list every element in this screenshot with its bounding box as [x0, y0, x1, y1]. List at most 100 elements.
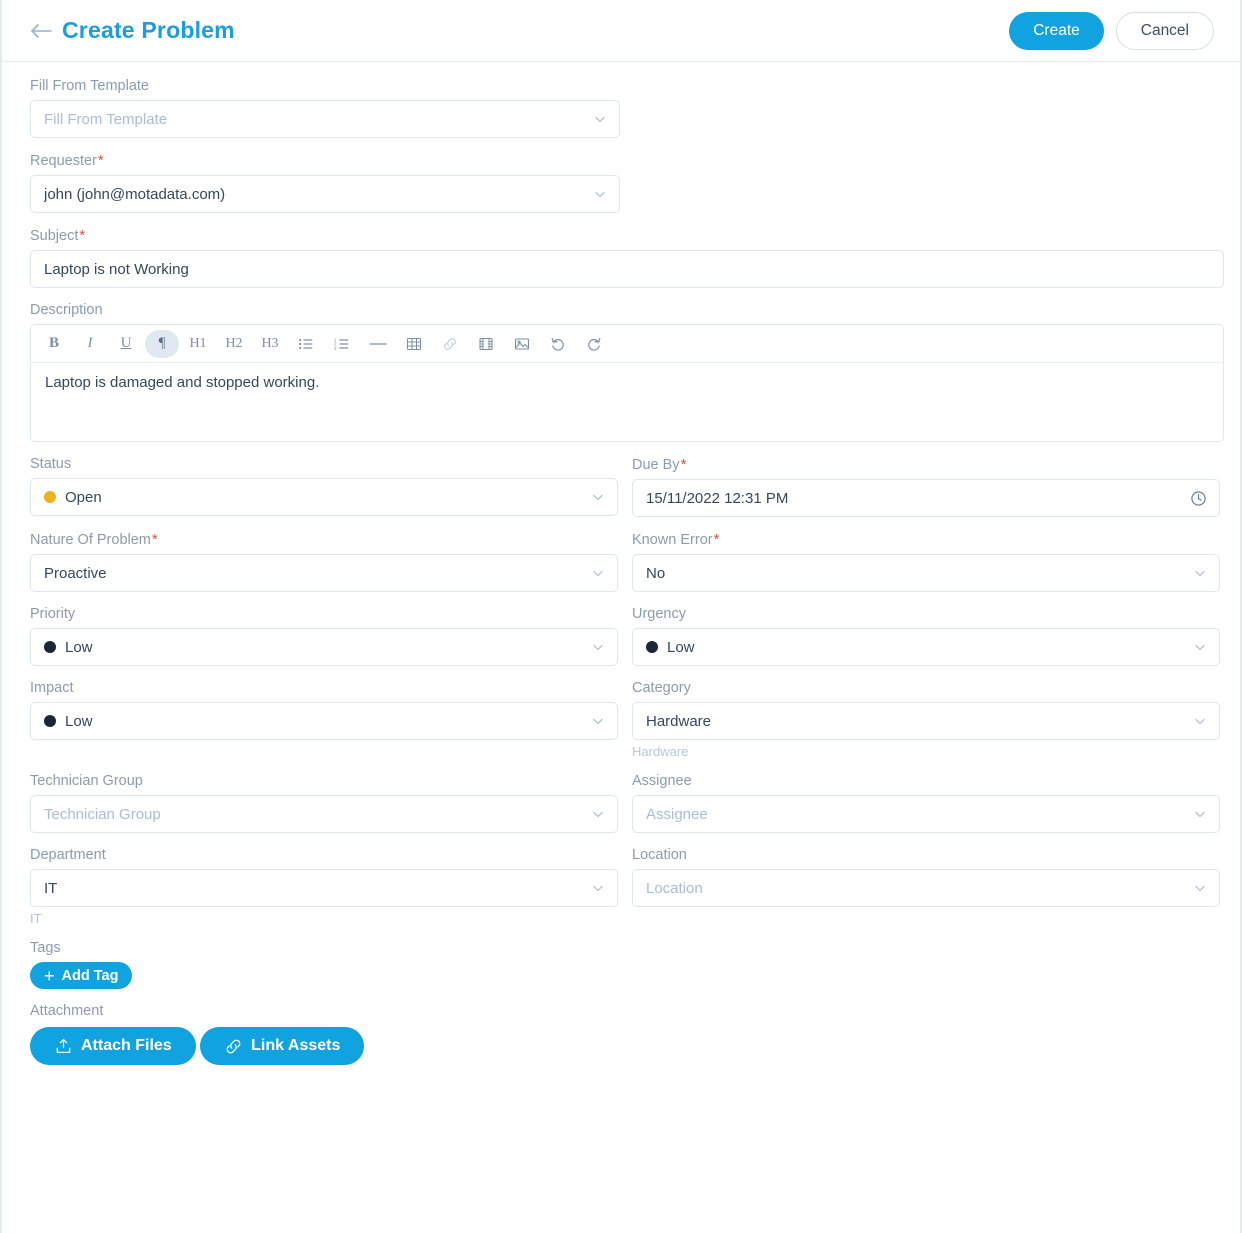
department-label: Department [30, 847, 106, 863]
bullet-list-icon[interactable] [289, 330, 323, 358]
status-dot-icon [44, 491, 56, 503]
due-by-label: Due By* [632, 456, 687, 473]
fill-from-template-value: Fill From Template [44, 110, 168, 128]
chevron-down-icon [591, 490, 605, 504]
editor-toolbar: B I U ¶ H1 H2 H3 123 [31, 325, 1223, 363]
link-icon[interactable] [433, 330, 467, 358]
chevron-down-icon [591, 640, 605, 654]
location-value: Location [646, 879, 703, 897]
category-label: Category [632, 680, 691, 696]
add-tag-label: Add Tag [61, 967, 119, 984]
field-status: Status Open [30, 456, 618, 517]
table-icon[interactable] [397, 330, 431, 358]
nature-of-problem-select[interactable]: Proactive [30, 554, 618, 592]
impact-dot-icon [44, 715, 56, 727]
description-editor: B I U ¶ H1 H2 H3 123 Laptop is damaged a… [30, 324, 1224, 442]
field-attachment: Attachment Attach Files Link Assets [30, 1003, 1220, 1081]
impact-select[interactable]: Low [30, 702, 618, 740]
create-button[interactable]: Create [1009, 11, 1104, 50]
fill-from-template-select[interactable]: Fill From Template [30, 100, 620, 138]
chevron-down-icon [593, 187, 607, 201]
image-icon[interactable] [505, 330, 539, 358]
technician-group-value: Technician Group [44, 805, 161, 823]
cancel-button[interactable]: Cancel [1115, 11, 1214, 50]
heading-1-icon[interactable]: H1 [181, 330, 215, 358]
priority-select[interactable]: Low [30, 628, 618, 666]
heading-3-icon[interactable]: H3 [253, 330, 287, 358]
plus-icon: + [44, 965, 55, 986]
description-label: Description [30, 302, 103, 318]
redo-icon[interactable] [577, 330, 611, 358]
underline-icon[interactable]: U [109, 330, 143, 358]
form-body: Fill From Template Fill From Template Re… [2, 62, 1240, 1081]
due-by-input[interactable]: 15/11/2022 12:31 PM [632, 479, 1220, 517]
row-department-location: Department IT IT Location Location [30, 847, 1220, 940]
chevron-down-icon [1193, 807, 1207, 821]
row-impact-category: Impact Low Category Hardware Hardware [30, 680, 1220, 773]
chevron-down-icon [591, 807, 605, 821]
subject-label: Subject* [30, 227, 86, 244]
field-due-by: Due By* 15/11/2022 12:31 PM [632, 456, 1220, 517]
field-location: Location Location [632, 847, 1220, 926]
technician-group-select[interactable]: Technician Group [30, 795, 618, 833]
field-impact: Impact Low [30, 680, 618, 759]
field-assignee: Assignee Assignee [632, 773, 1220, 833]
page-title: Create Problem [62, 17, 235, 43]
svg-text:3: 3 [334, 345, 337, 350]
location-select[interactable]: Location [632, 869, 1220, 907]
attach-files-button[interactable]: Attach Files [30, 1027, 196, 1065]
department-value: IT [44, 879, 58, 897]
link-assets-label: Link Assets [251, 1037, 341, 1054]
subject-input[interactable]: Laptop is not Working [30, 250, 1224, 288]
urgency-label: Urgency [632, 606, 686, 622]
required-marker: * [713, 531, 720, 548]
heading-2-icon[interactable]: H2 [217, 330, 251, 358]
status-value: Open [65, 488, 102, 506]
chevron-down-icon [1193, 640, 1207, 654]
status-select[interactable]: Open [30, 478, 618, 516]
row-nature-knownerror: Nature Of Problem* Proactive Known Error… [30, 531, 1220, 606]
location-label: Location [632, 847, 687, 863]
link-assets-button[interactable]: Link Assets [200, 1027, 365, 1065]
horizontal-rule-icon[interactable] [361, 330, 395, 358]
chevron-down-icon [1193, 881, 1207, 895]
upload-icon [54, 1037, 73, 1056]
category-select[interactable]: Hardware [632, 702, 1220, 740]
chevron-down-icon [1193, 566, 1207, 580]
arrow-left-icon[interactable] [28, 18, 54, 44]
field-description: Description B I U ¶ H1 H2 H3 123 Laptop … [30, 302, 1224, 442]
field-known-error: Known Error* No [632, 531, 1220, 592]
urgency-value: Low [667, 638, 695, 656]
impact-label: Impact [30, 680, 74, 696]
department-select[interactable]: IT [30, 869, 618, 907]
known-error-label: Known Error* [632, 531, 720, 548]
requester-value: john (john@motadata.com) [44, 185, 226, 203]
italic-icon[interactable]: I [73, 330, 107, 358]
required-marker: * [680, 456, 687, 473]
field-priority: Priority Low [30, 606, 618, 666]
required-marker: * [97, 152, 104, 169]
field-urgency: Urgency Low [632, 606, 1220, 666]
description-textarea[interactable]: Laptop is damaged and stopped working. [31, 363, 1223, 441]
ordered-list-icon[interactable]: 123 [325, 330, 359, 358]
priority-dot-icon [44, 641, 56, 653]
paragraph-icon[interactable]: ¶ [145, 329, 179, 358]
assignee-select[interactable]: Assignee [632, 795, 1220, 833]
requester-select[interactable]: john (john@motadata.com) [30, 175, 620, 213]
nature-of-problem-value: Proactive [44, 564, 107, 582]
clock-icon[interactable] [1190, 490, 1207, 507]
field-technician-group: Technician Group Technician Group [30, 773, 618, 833]
video-icon[interactable] [469, 330, 503, 358]
urgency-select[interactable]: Low [632, 628, 1220, 666]
add-tag-button[interactable]: + Add Tag [30, 962, 133, 989]
category-value: Hardware [646, 712, 712, 730]
status-label: Status [30, 456, 72, 472]
known-error-select[interactable]: No [632, 554, 1220, 592]
field-department: Department IT IT [30, 847, 618, 926]
bold-icon[interactable]: B [37, 330, 71, 358]
row-priority-urgency: Priority Low Urgency Low [30, 606, 1220, 680]
field-category: Category Hardware Hardware [632, 680, 1220, 759]
category-helper-text: Hardware [632, 744, 689, 759]
undo-icon[interactable] [541, 330, 575, 358]
fill-from-template-label: Fill From Template [30, 78, 149, 94]
